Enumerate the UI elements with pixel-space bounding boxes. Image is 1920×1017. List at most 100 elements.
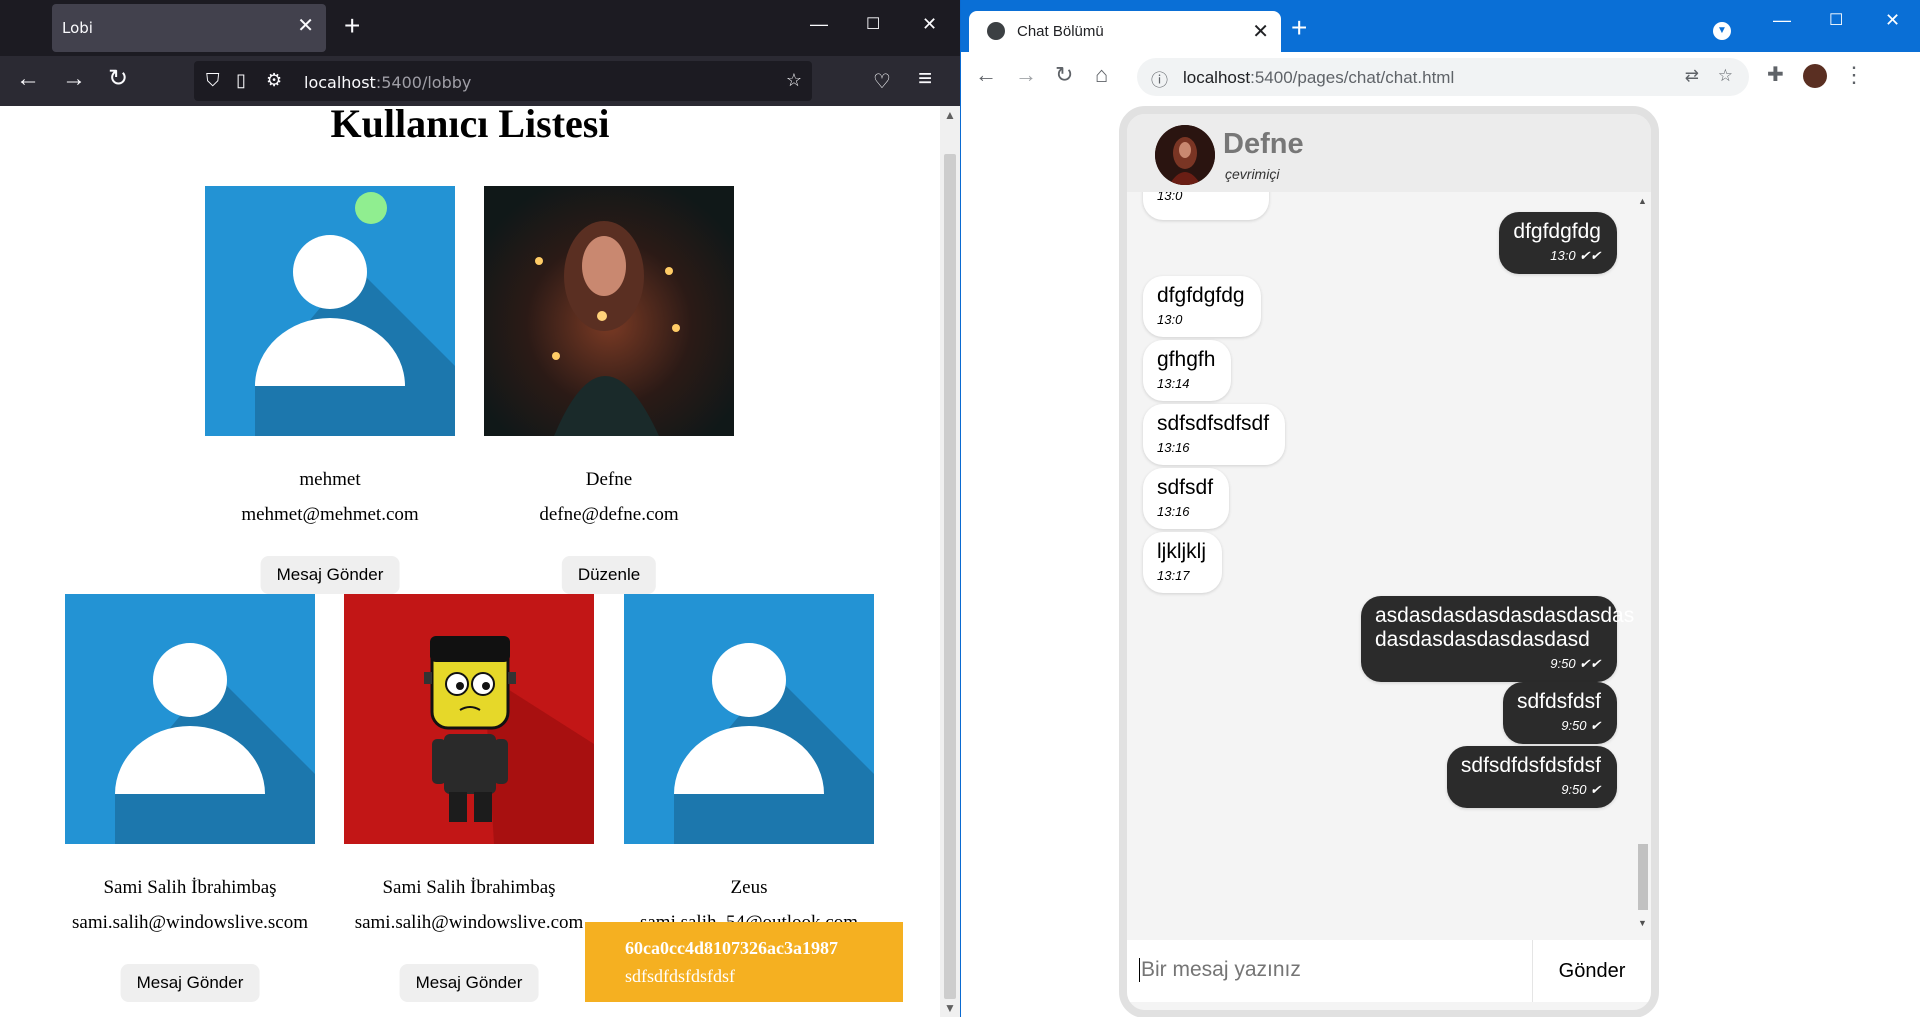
info-icon[interactable]: ⓘ bbox=[1151, 66, 1168, 91]
message-text: dfgfdgfdg bbox=[1157, 284, 1245, 307]
outgoing-message: asdasdasdasdasdasdasdas dasdasdasdasdasd… bbox=[1361, 596, 1634, 682]
tab-search-icon[interactable]: ▼ bbox=[1713, 22, 1731, 40]
reload-icon[interactable]: ↻ bbox=[108, 67, 128, 91]
shield-icon[interactable]: ⛉ bbox=[206, 70, 220, 91]
contact-photo-icon bbox=[1155, 125, 1215, 185]
avatar bbox=[484, 186, 734, 436]
frankenstein-avatar-icon bbox=[344, 594, 594, 844]
maximize-icon[interactable]: ☐ bbox=[866, 14, 880, 34]
message-time: 13:17 bbox=[1157, 568, 1190, 583]
edit-button[interactable]: Düzenle bbox=[561, 556, 657, 594]
message-time: 13:16 bbox=[1157, 504, 1190, 519]
chat-header: Defne çevrimiçi bbox=[1127, 114, 1651, 192]
forward-icon[interactable]: → bbox=[62, 67, 86, 91]
url-text: localhost:5400/pages/chat/chat.html bbox=[1183, 68, 1455, 87]
user-card: mehmet mehmet@mehmet.com Mesaj Gönder bbox=[205, 186, 455, 594]
close-tab-icon[interactable]: ✕ bbox=[1252, 19, 1269, 44]
contact-name: Defne bbox=[1223, 128, 1304, 160]
user-card: Defne defne@defne.com Düzenle bbox=[484, 186, 734, 594]
chat-browser-window: Chat Bölümü ✕ + ▼ — ☐ ✕ ← → ↻ ⌂ ⓘ localh… bbox=[960, 0, 1920, 1017]
forward-icon[interactable]: → bbox=[1015, 64, 1037, 86]
message-time: 9:50 ✔✔ bbox=[1550, 656, 1601, 671]
scrollbar-thumb[interactable] bbox=[1638, 844, 1648, 910]
minimize-icon[interactable]: — bbox=[810, 14, 828, 35]
bookmark-star-icon[interactable]: ☆ bbox=[1718, 66, 1733, 86]
incoming-message: dfgfdgfdg 13:0 bbox=[1143, 276, 1261, 337]
send-button[interactable]: Gönder bbox=[1532, 940, 1651, 1002]
contact-avatar bbox=[1155, 125, 1215, 185]
tab-bar: Chat Bölümü ✕ + ▼ — ☐ ✕ bbox=[961, 0, 1920, 52]
close-tab-icon[interactable]: ✕ bbox=[297, 16, 314, 36]
message-text: sdfdsfdsf bbox=[1516, 690, 1601, 713]
navigation-bar: ← → ↻ ⌂ ⓘ localhost:5400/pages/chat/chat… bbox=[961, 52, 1920, 103]
menu-icon[interactable]: ≡ bbox=[918, 67, 932, 91]
user-card: Zeus sami.salih_54@outlook.com bbox=[624, 594, 874, 933]
page-scrollbar[interactable]: ▲ ▼ bbox=[940, 106, 960, 1017]
message-time: 13:0 ✔✔ bbox=[1550, 248, 1601, 263]
send-message-button[interactable]: Mesaj Gönder bbox=[260, 556, 400, 594]
online-indicator bbox=[355, 192, 387, 224]
default-avatar-icon bbox=[65, 594, 315, 844]
maximize-icon[interactable]: ☐ bbox=[1829, 10, 1843, 30]
globe-icon bbox=[987, 22, 1005, 40]
scroll-up-icon[interactable]: ▲ bbox=[1638, 196, 1647, 206]
message-notification[interactable]: 60ca0cc4d8107326ac3a1987 sdfsdfdsfdsfdsf bbox=[585, 922, 903, 1002]
user-email: sami.salih@windowslive.com bbox=[354, 912, 584, 933]
user-card: Sami Salih İbrahimbaş sami.salih@windows… bbox=[344, 594, 594, 1002]
reload-icon[interactable]: ↻ bbox=[1055, 64, 1073, 86]
message-time: 13:16 bbox=[1157, 440, 1190, 455]
back-icon[interactable]: ← bbox=[16, 67, 40, 91]
contact-status: çevrimiçi bbox=[1225, 166, 1280, 182]
avatar bbox=[624, 594, 874, 844]
address-bar[interactable]: ⛉ ▯ ⚙ localhost:5400/lobby ☆ bbox=[194, 61, 812, 101]
message-time: 9:50 ✔ bbox=[1561, 718, 1601, 733]
menu-icon[interactable]: ⋮ bbox=[1843, 64, 1865, 86]
back-icon[interactable]: ← bbox=[975, 64, 997, 86]
close-window-icon[interactable]: ✕ bbox=[1885, 10, 1900, 31]
user-name: Sami Salih İbrahimbaş bbox=[103, 877, 277, 898]
address-bar[interactable]: ⓘ localhost:5400/pages/chat/chat.html ⇄ … bbox=[1137, 58, 1749, 96]
message-text: sdfsdfsdfsdf bbox=[1157, 412, 1270, 435]
new-tab-icon[interactable]: + bbox=[344, 12, 360, 40]
message-time: 13:0 bbox=[1157, 192, 1183, 203]
tab-title: Lobi bbox=[62, 19, 93, 37]
translate-icon[interactable]: ⇄ bbox=[1685, 66, 1699, 86]
message-time: 13:14 bbox=[1157, 376, 1190, 391]
outgoing-message: dfgfdgfdg 13:0 ✔✔ bbox=[1499, 212, 1617, 274]
site-permissions-icon[interactable]: ⚙ bbox=[266, 70, 282, 91]
pocket-icon[interactable]: ♡ bbox=[873, 70, 891, 94]
lobby-browser-window: Lobi ✕ + — ☐ ✕ ← → ↻ ⛉ ▯ ⚙ localhost:540… bbox=[0, 0, 960, 1017]
scroll-up-icon[interactable]: ▲ bbox=[944, 108, 956, 122]
scroll-down-icon[interactable]: ▼ bbox=[1638, 918, 1647, 928]
tab-lobby[interactable]: Lobi ✕ bbox=[52, 4, 326, 52]
extensions-icon[interactable]: ✚ bbox=[1767, 64, 1784, 86]
incoming-message: sdfsdfsdfsdf 13:16 bbox=[1143, 404, 1286, 465]
incoming-message: 13:0 bbox=[1143, 192, 1269, 220]
message-input[interactable]: Bir mesaj yazınız bbox=[1139, 958, 1301, 982]
notification-sender-id: 60ca0cc4d8107326ac3a1987 bbox=[625, 938, 838, 958]
send-message-button[interactable]: Mesaj Gönder bbox=[399, 964, 539, 1002]
close-window-icon[interactable]: ✕ bbox=[922, 14, 937, 35]
user-card: Sami Salih İbrahimbaş sami.salih@windows… bbox=[65, 594, 315, 1002]
message-text: gfhgfh bbox=[1157, 348, 1216, 371]
tab-chat[interactable]: Chat Bölümü ✕ bbox=[969, 11, 1281, 52]
tab-bar: Lobi ✕ + — ☐ ✕ bbox=[0, 0, 960, 56]
message-text: ljkljklj bbox=[1157, 540, 1206, 563]
compose-bar: Bir mesaj yazınız Gönder bbox=[1127, 940, 1651, 1002]
lobby-page: Kullanıcı Listesi mehmet mehmet@mehmet.c… bbox=[0, 106, 940, 1017]
message-time: 13:0 bbox=[1157, 312, 1183, 327]
message-text: dfgfdgfdg bbox=[1513, 220, 1601, 243]
home-icon[interactable]: ⌂ bbox=[1095, 64, 1108, 86]
scroll-down-icon[interactable]: ▼ bbox=[944, 1001, 956, 1015]
profile-avatar-icon[interactable] bbox=[1803, 64, 1827, 88]
message-list-scrollbar[interactable]: ▲ ▼ bbox=[1635, 192, 1651, 932]
minimize-icon[interactable]: — bbox=[1773, 10, 1791, 31]
message-text: sdfsdf bbox=[1157, 476, 1214, 499]
user-name: Defne bbox=[585, 469, 633, 490]
profile-photo-icon bbox=[484, 186, 734, 436]
bookmark-star-icon[interactable]: ☆ bbox=[786, 70, 802, 91]
avatar bbox=[344, 594, 594, 844]
new-tab-icon[interactable]: + bbox=[1291, 14, 1307, 42]
scrollbar-thumb[interactable] bbox=[944, 154, 956, 999]
send-message-button[interactable]: Mesaj Gönder bbox=[120, 964, 260, 1002]
